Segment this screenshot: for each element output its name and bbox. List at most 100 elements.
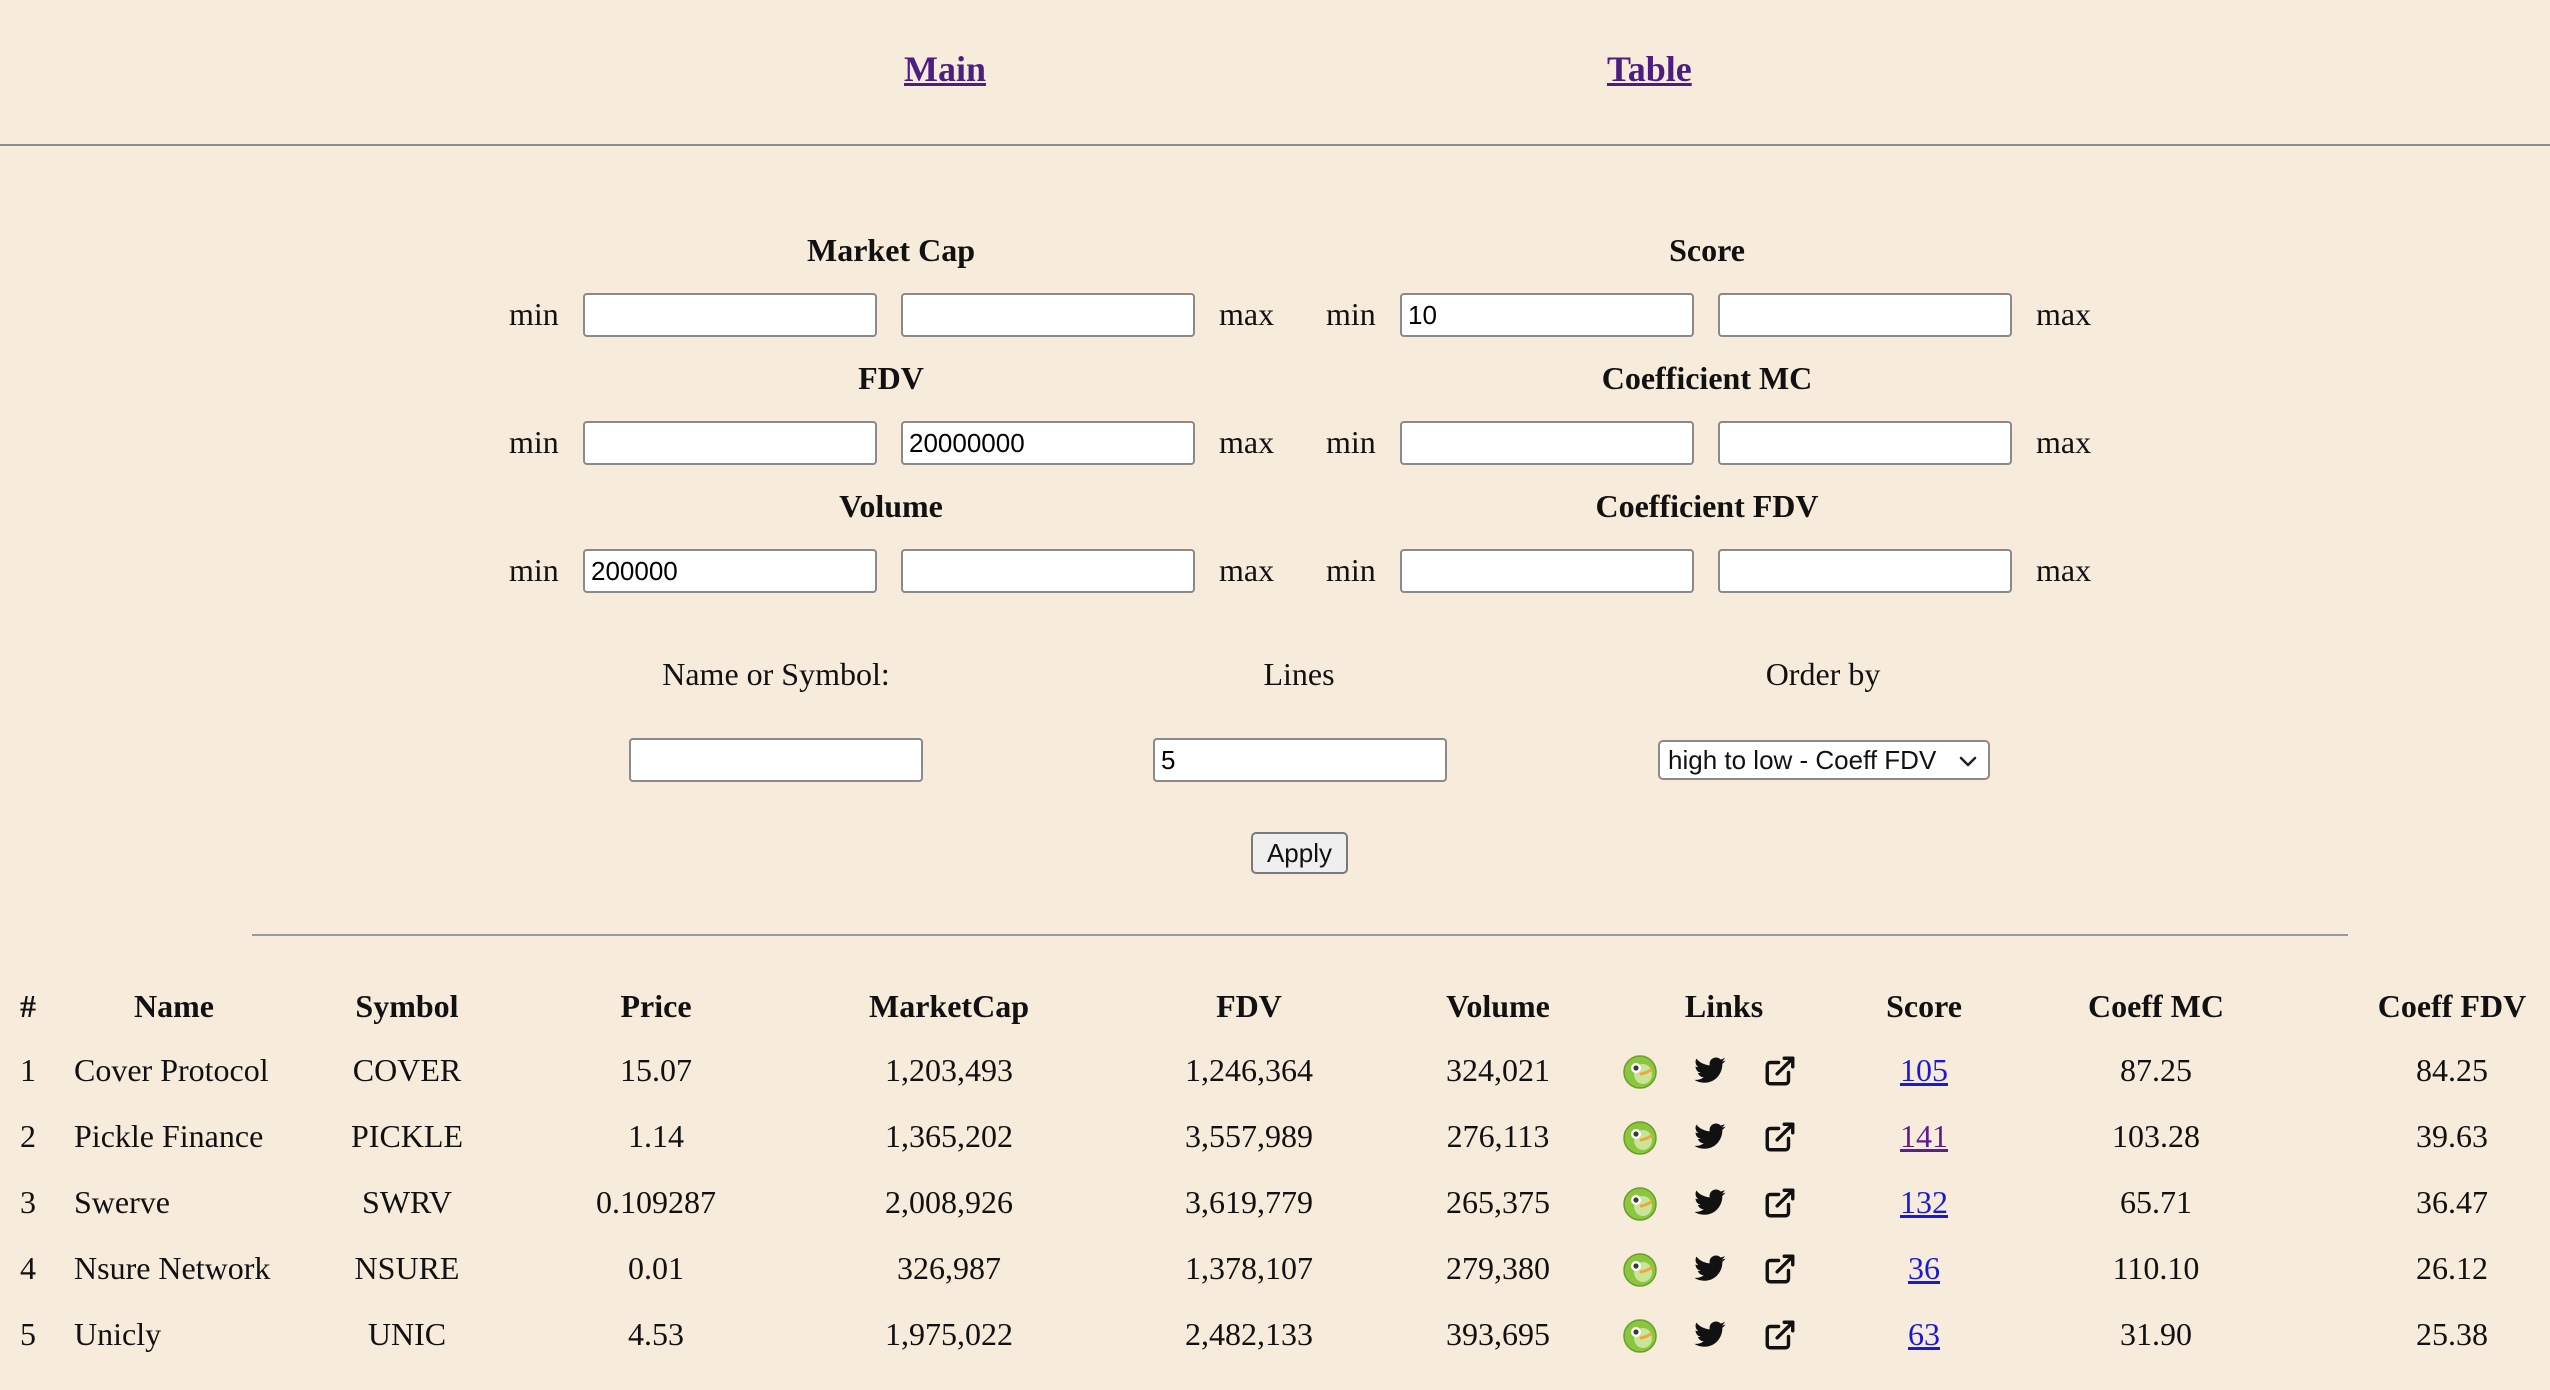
score-link[interactable]: 105: [1900, 1052, 1948, 1089]
apply-button[interactable]: Apply: [1251, 832, 1348, 874]
cell-name: Swerve: [74, 1184, 170, 1220]
fdv-min-input[interactable]: [583, 421, 877, 465]
cell-num: 1: [20, 1052, 36, 1088]
header-score: Score: [1886, 988, 1962, 1024]
coeff-mc-min-label: min: [1326, 424, 1376, 460]
table-divider: [252, 934, 2348, 936]
table-row: 4 Nsure Network NSURE 0.01 326,987 1,378,107 2…: [0, 1250, 2550, 1310]
fdv-max-input[interactable]: 20000000: [901, 421, 1195, 465]
market-cap-min-label: min: [509, 296, 559, 332]
header-num: #: [20, 988, 36, 1024]
external-link-icon[interactable]: [1763, 1252, 1799, 1288]
volume-max-label: max: [1219, 552, 1275, 588]
twitter-icon[interactable]: [1693, 1252, 1729, 1288]
header-fdv: FDV: [1216, 988, 1282, 1024]
cell-marketcap: 1,975,022: [885, 1316, 1013, 1352]
coeff-fdv-max-label: max: [2036, 552, 2092, 588]
lines-label: Lines: [1263, 656, 1335, 692]
score-link[interactable]: 132: [1900, 1184, 1948, 1221]
order-by-label: Order by: [1765, 656, 1881, 692]
header-links: Links: [1684, 988, 1764, 1024]
market-cap-max-input[interactable]: [901, 293, 1195, 337]
coeff-mc-max-label: max: [2036, 424, 2092, 460]
cell-price: 15.07: [620, 1052, 692, 1088]
cell-marketcap: 1,203,493: [885, 1052, 1013, 1088]
cell-marketcap: 1,365,202: [885, 1118, 1013, 1154]
cell-coeff-fdv: 26.12: [2416, 1250, 2488, 1286]
name-or-symbol-label: Name or Symbol:: [662, 656, 890, 692]
market-cap-max-label: max: [1219, 296, 1275, 332]
cell-marketcap: 2,008,926: [885, 1184, 1013, 1220]
cell-name: Unicly: [74, 1316, 162, 1352]
nav-table-link[interactable]: Table: [1607, 48, 1692, 90]
lines-input[interactable]: 5: [1153, 738, 1447, 782]
cell-num: 2: [20, 1118, 36, 1154]
volume-label: Volume: [839, 488, 943, 524]
coingecko-icon[interactable]: [1622, 1186, 1658, 1222]
fdv-label: FDV: [858, 360, 924, 396]
coeff-fdv-min-input[interactable]: [1400, 549, 1694, 593]
cell-name: Cover Protocol: [74, 1052, 269, 1088]
cell-coeff-mc: 110.10: [2112, 1250, 2200, 1286]
nav-main-link[interactable]: Main: [904, 48, 986, 90]
cell-coeff-mc: 65.71: [2120, 1184, 2192, 1220]
header-symbol: Symbol: [355, 988, 459, 1024]
header-marketcap: MarketCap: [869, 988, 1029, 1024]
score-max-input[interactable]: [1718, 293, 2012, 337]
twitter-icon[interactable]: [1693, 1054, 1729, 1090]
score-min-label: min: [1326, 296, 1376, 332]
score-link[interactable]: 36: [1908, 1250, 1940, 1287]
cell-symbol: UNIC: [367, 1316, 447, 1352]
score-label: Score: [1669, 232, 1745, 268]
header-price: Price: [620, 988, 692, 1024]
market-cap-min-input[interactable]: [583, 293, 877, 337]
cell-price: 4.53: [628, 1316, 684, 1352]
score-link[interactable]: 63: [1908, 1316, 1940, 1353]
score-min-input[interactable]: 10: [1400, 293, 1694, 337]
external-link-icon[interactable]: [1763, 1120, 1799, 1156]
fdv-max-label: max: [1219, 424, 1275, 460]
external-link-icon[interactable]: [1763, 1318, 1799, 1354]
twitter-icon[interactable]: [1693, 1186, 1729, 1222]
cell-coeff-mc: 31.90: [2120, 1316, 2192, 1352]
twitter-icon[interactable]: [1693, 1120, 1729, 1156]
cell-num: 5: [20, 1316, 36, 1352]
order-by-select[interactable]: high to low - Coeff FDV: [1658, 740, 1990, 780]
score-max-label: max: [2036, 296, 2092, 332]
cell-num: 3: [20, 1184, 36, 1220]
cell-symbol: NSURE: [354, 1250, 460, 1286]
cell-fdv: 3,619,779: [1185, 1184, 1313, 1220]
name-or-symbol-input[interactable]: [629, 738, 923, 782]
table-row: 3 Swerve SWRV 0.109287 2,008,926 3,619,779 265…: [0, 1184, 2550, 1244]
score-link[interactable]: 141: [1900, 1118, 1948, 1155]
coingecko-icon[interactable]: [1622, 1318, 1658, 1354]
coeff-fdv-max-input[interactable]: [1718, 549, 2012, 593]
volume-max-input[interactable]: [901, 549, 1195, 593]
coeff-mc-max-input[interactable]: [1718, 421, 2012, 465]
twitter-icon[interactable]: [1693, 1318, 1729, 1354]
cell-fdv: 1,378,107: [1185, 1250, 1313, 1286]
coingecko-icon[interactable]: [1622, 1252, 1658, 1288]
coingecko-icon[interactable]: [1622, 1120, 1658, 1156]
cell-symbol: COVER: [352, 1052, 462, 1088]
cell-coeff-mc: 103.28: [2112, 1118, 2200, 1154]
table-row: 1 Cover Protocol COVER 15.07 1,203,493 1,246,…: [0, 1052, 2550, 1112]
coeff-mc-min-input[interactable]: [1400, 421, 1694, 465]
table-row: 5 Unicly UNIC 4.53 1,975,022 2,482,133 393,695…: [0, 1316, 2550, 1376]
external-link-icon[interactable]: [1763, 1186, 1799, 1222]
external-link-icon[interactable]: [1763, 1054, 1799, 1090]
cell-name: Pickle Finance: [74, 1118, 264, 1154]
header-coeff-fdv: Coeff FDV: [2377, 988, 2527, 1024]
top-divider: [0, 144, 2550, 146]
cell-volume: 324,021: [1446, 1052, 1550, 1088]
cell-volume: 279,380: [1446, 1250, 1550, 1286]
market-cap-label: Market Cap: [807, 232, 975, 268]
volume-min-label: min: [509, 552, 559, 588]
order-by-selected-value: high to low - Coeff FDV: [1668, 745, 1937, 775]
cell-price: 0.01: [628, 1250, 684, 1286]
cell-volume: 276,113: [1446, 1118, 1550, 1154]
cell-coeff-fdv: 25.38: [2416, 1316, 2488, 1352]
cell-price: 1.14: [628, 1118, 684, 1154]
volume-min-input[interactable]: 200000: [583, 549, 877, 593]
coingecko-icon[interactable]: [1622, 1054, 1658, 1090]
